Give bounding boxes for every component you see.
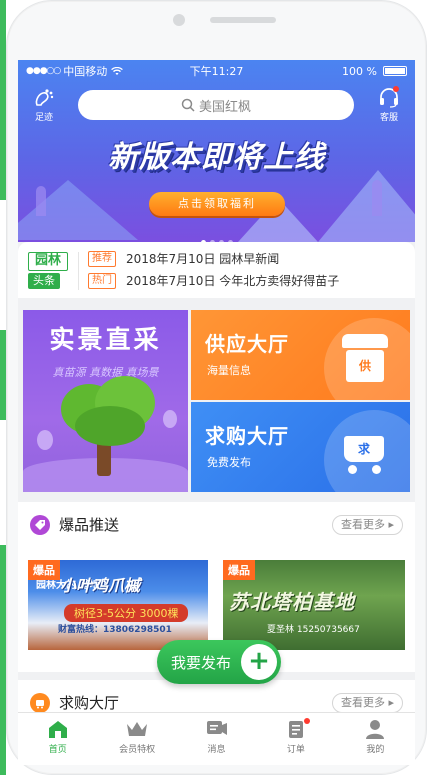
hot-badge: 爆品 [28, 560, 60, 580]
tab-label: 会员特权 [119, 745, 156, 755]
hot-badge: 爆品 [223, 560, 255, 580]
small-tree-icon [37, 430, 53, 450]
publish-button[interactable]: 我要发布 + [157, 640, 281, 684]
tab-label: 消息 [207, 745, 226, 755]
card-price: 树径3-5公分 3000棵 [64, 604, 189, 622]
tile-subtitle: 海量信息 [207, 364, 251, 377]
tab-membership[interactable]: 会员特权 [97, 713, 176, 765]
carousel-dots[interactable] [18, 230, 415, 242]
section-header: 爆品推送 [30, 514, 119, 535]
live-sourcing-tile[interactable]: 实景直采 真苗源 真数据 真场景 [23, 310, 188, 492]
storefront-icon: 供 [342, 334, 388, 382]
section-header: 求购大厅 [30, 692, 119, 713]
banner-decoration [372, 180, 382, 216]
news-text: 2018年7月10日 今年北方卖得好得苗子 [126, 274, 340, 288]
user-icon [366, 720, 385, 739]
notification-dot [303, 718, 310, 724]
claim-benefits-button[interactable]: 点击领取福利 [149, 192, 285, 216]
logo-bottom: 头条 [28, 273, 60, 289]
shopping-cart-icon: 求 [338, 430, 390, 474]
cart-glyph [36, 699, 44, 708]
tag-glyph [35, 519, 45, 530]
tile-title: 供应大厅 [205, 332, 289, 356]
demand-hall-tile[interactable]: 求购大厅 免费发布 求 [191, 402, 410, 492]
customer-service-label: 客服 [379, 113, 398, 123]
tag-icon [30, 514, 50, 535]
tab-home[interactable]: 首页 [18, 713, 97, 765]
home-icon [48, 721, 67, 738]
battery-percentage: 100 % [342, 64, 377, 78]
app-screen: ●●●○○ 中国移动 下午11:27 100 % 足迹 美国红枫 客服 新版本即… [18, 60, 415, 765]
search-icon [181, 98, 195, 112]
customer-service-button[interactable]: 客服 [369, 86, 409, 123]
search-placeholder: 美国红枫 [198, 99, 251, 115]
view-more-label: 查看更多 [340, 696, 385, 709]
view-more-button[interactable]: 查看更多 ▸ [331, 515, 403, 535]
card-title: 小叶鸡爪槭 [60, 576, 141, 595]
supply-icon-label: 供 [346, 350, 384, 382]
card-phone: 财富热线：13806298501 [58, 625, 172, 635]
promo-banner[interactable]: ●●●○○ 中国移动 下午11:27 100 % 足迹 美国红枫 客服 新版本即… [18, 60, 415, 242]
tab-label: 我的 [366, 745, 385, 755]
hot-item-card[interactable]: 园林大的 基地 小叶鸡爪槭 树径3-5公分 3000棵 财富热线：1380629… [28, 560, 208, 650]
plus-icon: + [241, 644, 277, 680]
divider [78, 252, 79, 290]
news-item[interactable]: 推荐 2018年7月10日 园林早新闻 [88, 250, 279, 267]
garden-headlines-logo: 园林 头条 [28, 252, 68, 289]
banner-decoration [36, 186, 46, 216]
earpiece-speaker [210, 17, 276, 23]
card-phone: 夏圣林 15250735667 [267, 625, 360, 635]
message-icon [206, 721, 227, 735]
footprint-button[interactable]: 足迹 [24, 88, 64, 123]
tab-profile[interactable]: 我的 [336, 713, 415, 765]
news-text: 2018年7月10日 园林早新闻 [126, 252, 280, 266]
battery-icon [383, 66, 407, 76]
cart-wheel [348, 465, 357, 474]
tab-label: 订单 [286, 745, 305, 755]
footprint-icon [35, 89, 54, 106]
storefront-awning [342, 334, 388, 348]
feature-grid: 实景直采 真苗源 真数据 真场景 供应大厅 海量信息 供 求购大厅 免费发布 求 [18, 310, 415, 492]
tab-orders[interactable]: 订单 [256, 713, 335, 765]
news-ticker[interactable]: 园林 头条 推荐 2018年7月10日 园林早新闻 热门 2018年7月10日 … [18, 242, 415, 298]
tile-title: 求购大厅 [205, 424, 289, 448]
footprint-label: 足迹 [34, 113, 53, 123]
tab-label: 首页 [48, 745, 67, 755]
cart-wheel [372, 465, 381, 474]
view-more-label: 查看更多 [340, 518, 385, 531]
front-camera [173, 14, 185, 26]
tile-subtitle: 真苗源 真数据 真场景 [52, 366, 159, 379]
tile-subtitle: 免费发布 [207, 456, 251, 469]
news-tag: 热门 [88, 272, 116, 289]
publish-label: 我要发布 [171, 653, 232, 672]
card-title: 苏北塔柏基地 [229, 590, 355, 614]
header-row: 足迹 美国红枫 客服 [18, 86, 415, 126]
banner-headline: 新版本即将上线 [108, 140, 325, 175]
search-bar[interactable]: 美国红枫 [78, 90, 354, 120]
tree-icon [75, 406, 145, 446]
news-tag: 推荐 [88, 250, 116, 267]
cart-badge-icon [30, 692, 50, 713]
supply-hall-tile[interactable]: 供应大厅 海量信息 供 [191, 310, 410, 400]
bottom-tab-bar: 首页 会员特权 消息 订单 我的 [18, 712, 415, 765]
view-more-button[interactable]: 查看更多 ▸ [331, 693, 403, 713]
hot-item-card[interactable]: 苏北塔柏基地 夏圣林 15250735667 爆品 [223, 560, 405, 650]
tab-messages[interactable]: 消息 [177, 713, 256, 765]
section-title: 爆品推送 [59, 516, 120, 534]
notification-dot [393, 86, 399, 92]
small-tree-icon [163, 410, 177, 428]
cart-icon-label: 求 [344, 436, 384, 462]
tile-title: 实景直采 [49, 325, 162, 354]
news-item[interactable]: 热门 2018年7月10日 今年北方卖得好得苗子 [88, 272, 339, 289]
logo-top: 园林 [28, 252, 68, 271]
section-title: 求购大厅 [59, 694, 120, 712]
crown-icon [127, 722, 148, 736]
status-bar: ●●●○○ 中国移动 下午11:27 100 % [18, 60, 415, 82]
